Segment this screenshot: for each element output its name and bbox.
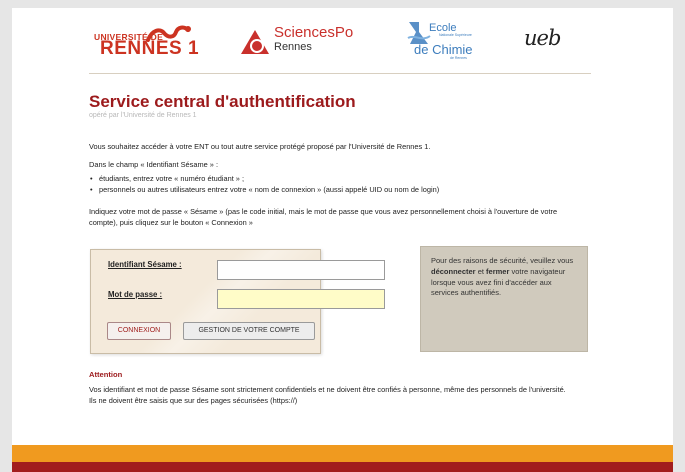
logo-chimie-line2: Nationale Supérieure bbox=[439, 33, 472, 37]
password-info-text: Indiquez votre mot de passe « Sésame » (… bbox=[89, 207, 558, 227]
logo-scpo-line1: SciencesPo bbox=[274, 24, 354, 41]
footer-orange-bar bbox=[12, 445, 673, 462]
champ-intro-text: Dans le champ « Identifiant Sésame » : bbox=[89, 160, 218, 169]
security-notice: Pour des raisons de sécurité, veuillez v… bbox=[420, 246, 588, 352]
page-subtitle: opéré par l'Université de Rennes 1 bbox=[89, 112, 197, 119]
logo-chimie-line3: de Chimie bbox=[414, 42, 473, 57]
security-deconnecter: déconnecter bbox=[431, 266, 476, 276]
sciencespo-emblem-icon bbox=[241, 30, 269, 54]
password-label-text: Mot de passe : bbox=[108, 290, 163, 299]
ecole-chimie-rennes-logo[interactable]: Ecole Nationale Supérieure de Chimie de … bbox=[404, 18, 488, 62]
instructions-list: étudiants, entrez votre « numéro étudian… bbox=[89, 173, 439, 195]
page-title: Service central d'authentification bbox=[89, 92, 356, 111]
sciencespo-rennes-logo[interactable]: SciencesPo Rennes bbox=[241, 24, 354, 58]
security-text-1: Pour des raisons de sécurité, veuillez v… bbox=[431, 256, 574, 265]
list-item: personnels ou autres utilisateurs entrez… bbox=[89, 184, 439, 195]
salamander-icon bbox=[146, 25, 191, 42]
list-item-text: personnels ou autres utilisateurs entrez… bbox=[99, 185, 440, 194]
intro-text: Vous souhaitez accéder à votre ENT ou to… bbox=[89, 142, 431, 151]
connexion-button[interactable]: CONNEXION bbox=[107, 322, 171, 340]
password-input[interactable] bbox=[217, 289, 385, 309]
identifiant-label-text: Identifiant Sésame : bbox=[108, 260, 182, 269]
list-item-text: étudiants, entrez votre « numéro étudian… bbox=[99, 174, 245, 183]
universite-rennes1-logo[interactable]: UNIVERSITÉ DE RENNES 1 bbox=[94, 24, 204, 58]
identifiant-input[interactable] bbox=[217, 260, 385, 280]
security-text-2: et bbox=[475, 266, 487, 276]
attention-text: Vos identifiant et mot de passe Sésame s… bbox=[89, 385, 566, 405]
logo-chimie-line4: de Rennes bbox=[450, 56, 467, 60]
password-label: Mot de passe : bbox=[108, 290, 162, 299]
footer-red-bar bbox=[12, 462, 673, 472]
attention-heading: Attention bbox=[89, 370, 123, 379]
gestion-compte-button[interactable]: GESTION DE VOTRE COMPTE bbox=[183, 322, 315, 340]
header-divider bbox=[89, 73, 591, 74]
security-fermer: fermer bbox=[486, 266, 510, 276]
ueb-logo[interactable]: ueb bbox=[524, 26, 564, 52]
identifiant-label: Identifiant Sésame : bbox=[108, 260, 182, 269]
list-item: étudiants, entrez votre « numéro étudian… bbox=[89, 173, 439, 184]
logo-scpo-line2: Rennes bbox=[274, 41, 312, 53]
